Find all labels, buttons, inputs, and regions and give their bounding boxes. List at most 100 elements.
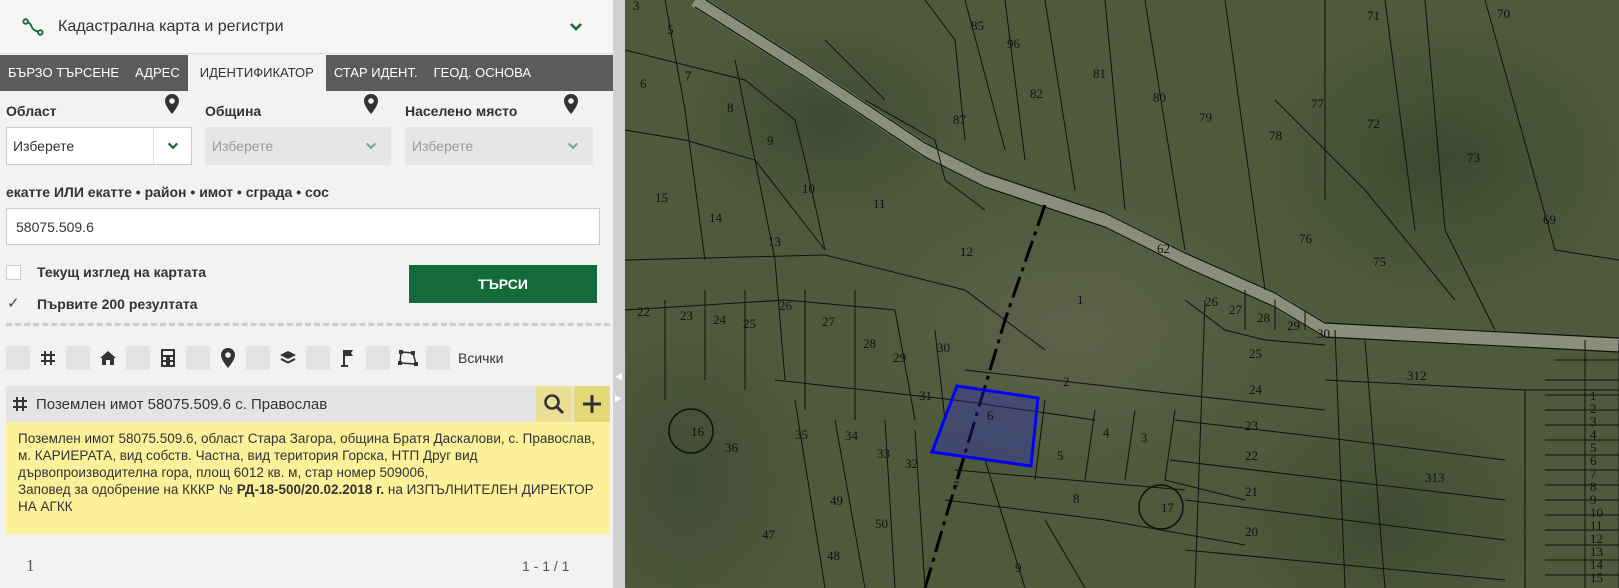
filter-checkbox[interactable]	[426, 346, 450, 370]
flag-icon[interactable]	[330, 346, 366, 370]
plot-label: 3	[633, 0, 640, 13]
map-pin-icon[interactable]	[165, 94, 179, 114]
plot-label: 14	[709, 210, 723, 225]
checkmark-icon: ✓	[7, 294, 20, 312]
selected-parcel[interactable]	[929, 384, 1040, 468]
plot-labels: 35678910111213141522 23 24 2526272829303112…	[633, 0, 1604, 585]
road-edge	[704, 0, 1619, 339]
result-item[interactable]: Поземлен имот 58075.509.6 с. Православ	[6, 386, 610, 422]
filter-checkbox[interactable]	[6, 346, 30, 370]
search-button[interactable]: ТЪРСИ	[409, 265, 597, 303]
plot-label: 76	[1299, 231, 1313, 246]
grid-icon[interactable]	[30, 346, 66, 370]
obshtina-value: Изберете	[212, 138, 274, 154]
expand-right-icon[interactable]: ▶	[615, 393, 622, 404]
pager-page-number[interactable]: 1	[26, 556, 35, 576]
zoom-to-button[interactable]	[536, 386, 572, 422]
plot-label: 5	[1057, 448, 1064, 463]
home-icon[interactable]	[90, 346, 126, 370]
plot-label: 36	[725, 440, 739, 455]
tab-address[interactable]: АДРЕС	[127, 55, 188, 91]
plot-label: 22	[637, 304, 650, 319]
calculator-icon[interactable]	[150, 346, 186, 370]
current-view-checkbox[interactable]	[6, 264, 21, 280]
tab-old-identifier[interactable]: СТАР ИДЕНТ.	[326, 55, 426, 91]
plot-label: 27	[1229, 302, 1243, 317]
plot-label: 96	[1007, 36, 1021, 51]
filter-all-label: Всички	[458, 350, 504, 366]
obshtina-select[interactable]: Изберете	[205, 127, 391, 165]
add-button[interactable]	[574, 386, 610, 422]
naseleno-value: Изберете	[412, 138, 474, 154]
plot-label: 8	[1073, 491, 1080, 506]
plot-label: 77	[1311, 96, 1325, 111]
collapse-left-icon[interactable]: ◀	[615, 371, 622, 382]
oblast-label: Област	[6, 103, 57, 119]
parcel-strips	[1545, 379, 1619, 576]
map-pin-icon[interactable]	[364, 94, 378, 114]
plot-label: 28	[1257, 310, 1270, 325]
plot-label: 49	[830, 493, 843, 508]
plot-label: 15	[1590, 570, 1603, 585]
tab-quick-search[interactable]: БЪРЗО ТЪРСЕНЕ	[0, 55, 127, 91]
plot-label: 20	[1245, 524, 1258, 539]
search-tabs: БЪРЗО ТЪРСЕНЕ АДРЕС ИДЕНТИФИКАТОР СТАР И…	[0, 55, 618, 91]
cadastral-map[interactable]: 3 5 6 7 8 9 10 11 12 13 14 15 22 23 24 25 26 27 28 29 30 31 1 2…	[625, 0, 1619, 588]
app: Кадастрална карта и регистри БЪРЗО ТЪРСЕ…	[0, 0, 1619, 588]
plot-label: 48	[827, 548, 840, 563]
panel-header[interactable]: Кадастрална карта и регистри	[0, 0, 618, 54]
tab-identifier[interactable]: ИДЕНТИФИКАТОР	[187, 55, 326, 91]
road	[691, 0, 1619, 352]
plot-label: 31	[919, 388, 932, 403]
plot-label: 30	[1317, 326, 1330, 341]
obshtina-label: Община	[205, 103, 262, 119]
plot-label: 87	[953, 112, 967, 127]
plus-icon	[583, 395, 601, 413]
polygon-icon[interactable]	[390, 346, 426, 370]
filter-checkbox[interactable]	[306, 346, 330, 370]
plot-label: 29	[893, 350, 906, 365]
plot-label: 28	[863, 336, 876, 351]
filter-checkbox[interactable]	[126, 346, 150, 370]
chevron-down-icon[interactable]	[568, 19, 584, 35]
plot-label: 23	[1245, 418, 1258, 433]
map-canvas[interactable]: 35678910111213141522 23 24 2526272829303112…	[625, 0, 1619, 588]
plot-label: 312	[1407, 368, 1427, 383]
filter-checkbox[interactable]	[186, 346, 210, 370]
tab-geodetic-base[interactable]: ГЕОД. ОСНОВА	[426, 55, 539, 91]
plot-label: 72	[1367, 116, 1380, 131]
plot-label: 7	[953, 478, 960, 493]
chevron-down-icon[interactable]	[153, 128, 191, 164]
current-view-label: Текущ изглед на картата	[37, 264, 207, 280]
plot-label: 29	[1287, 318, 1300, 333]
plot-label: 26	[779, 298, 793, 313]
identifier-label: екатте ИЛИ екатте • район • имот • сград…	[6, 184, 329, 200]
grid-icon	[13, 397, 27, 411]
plot-label: 50	[875, 516, 888, 531]
plot-label: 25	[743, 316, 756, 331]
layers-icon[interactable]	[270, 346, 306, 370]
map-pin-icon[interactable]	[564, 94, 578, 114]
plot-label: 22	[1245, 448, 1258, 463]
oblast-select[interactable]: Изберете	[6, 127, 192, 165]
search-icon	[544, 394, 565, 415]
plot-label: 7	[685, 68, 692, 83]
identifier-input[interactable]	[6, 208, 600, 245]
naseleno-select[interactable]: Изберете	[405, 127, 593, 165]
plot-label: 15	[655, 190, 668, 205]
filter-checkbox[interactable]	[66, 346, 90, 370]
plot-label: 62	[1157, 241, 1170, 256]
plot-label: 24	[713, 312, 727, 327]
plot-label: 81	[1093, 66, 1106, 81]
search-panel: Кадастрална карта и регистри БЪРЗО ТЪРСЕ…	[0, 0, 618, 588]
plot-label: 313	[1425, 470, 1445, 485]
panel-resizer[interactable]: ◀ ▶	[613, 0, 625, 588]
filter-checkbox[interactable]	[366, 346, 390, 370]
map-pin-icon[interactable]	[210, 346, 246, 370]
filter-checkbox[interactable]	[246, 346, 270, 370]
result-info-order-number: РД-18-500/20.02.2018 г.	[236, 482, 385, 497]
plot-label: 32	[905, 456, 918, 471]
first200-checkbox[interactable]: ✓	[6, 294, 21, 312]
first200-checkbox-row[interactable]: ✓ Първите 200 резултата	[6, 294, 198, 313]
current-view-checkbox-row[interactable]: Текущ изглед на картата	[6, 264, 206, 280]
